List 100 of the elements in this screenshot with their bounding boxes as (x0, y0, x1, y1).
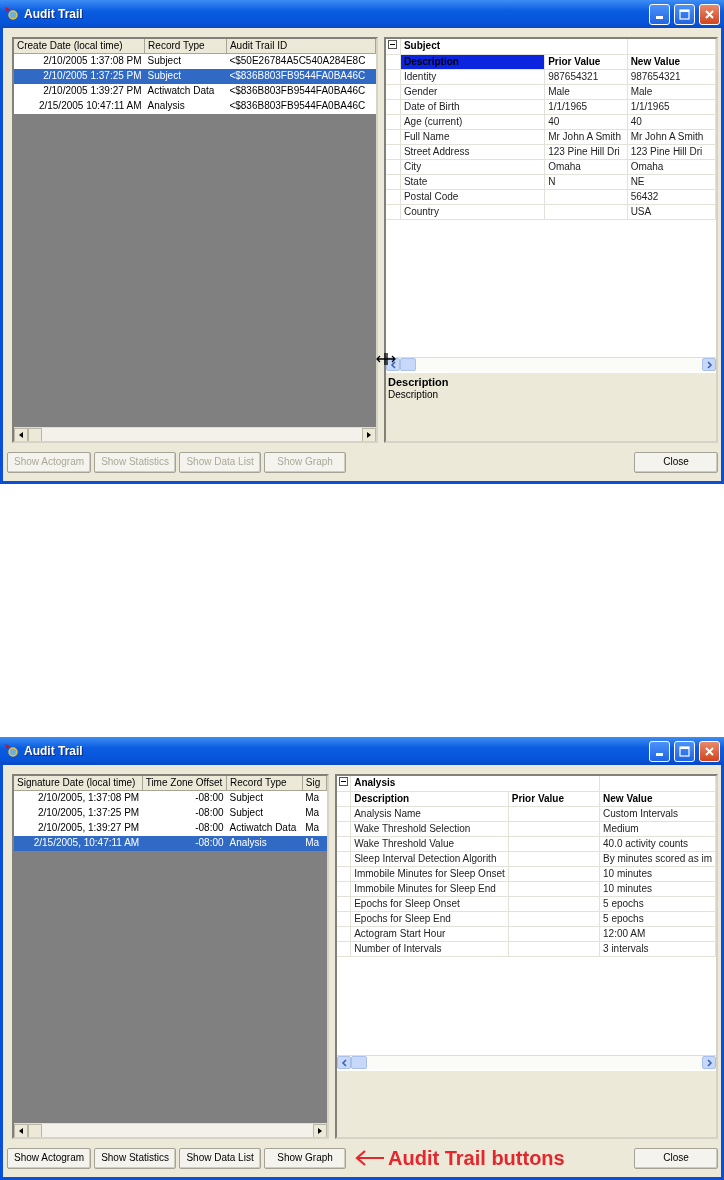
scroll-left-button[interactable] (14, 1123, 28, 1137)
column-header[interactable]: Create Date (local time) (14, 39, 145, 54)
column-header[interactable]: Audit Trail ID (226, 39, 376, 54)
list-row[interactable]: 2/10/2005, 1:39:27 PM -08:00 Actiwatch Data Ma (14, 820, 327, 836)
column-header: New Value (627, 54, 716, 69)
arrow-icon (355, 1150, 386, 1166)
scroll-thumb[interactable] (400, 358, 416, 371)
scroll-right-button[interactable] (362, 427, 376, 441)
minimize-button[interactable] (649, 740, 670, 762)
column-header[interactable]: Sig (302, 776, 327, 791)
list-row[interactable]: 2/15/2005 10:47:11 AM Analysis <$836B803FB9544FA0BA46C (14, 98, 376, 114)
column-header: Prior Value (508, 791, 600, 806)
action-button[interactable]: Show Graph (264, 1147, 347, 1169)
property-cell: By minutes scored as im (599, 851, 716, 866)
column-header: New Value (599, 791, 716, 806)
property-cell: Epochs for Sleep End (350, 911, 509, 926)
right-arrow-icon (366, 430, 372, 439)
right-arrow-icon (317, 1126, 323, 1135)
action-button[interactable]: Show Statistics (94, 1147, 177, 1169)
description-title: Description (388, 376, 450, 390)
horizontal-scrollbar[interactable] (386, 357, 716, 371)
list-row[interactable]: 2/15/2005, 10:47:11 AM -08:00 Analysis Ma (14, 835, 327, 851)
list-row[interactable]: 2/10/2005, 1:37:25 PM -08:00 Subject Ma (14, 805, 327, 821)
property-cell: Omaha (544, 159, 628, 174)
minimize-icon (656, 752, 663, 756)
property-cell: 40 (544, 114, 628, 129)
property-cell: Full Name (400, 129, 545, 144)
collapse-icon[interactable] (339, 777, 348, 787)
property-cell: 123 Pine Hill Dri (544, 144, 628, 159)
list-row[interactable]: 2/10/2005 1:37:08 PM Subject <$50E26784A5C540A284E8C (14, 53, 376, 69)
property-cell: 12:00 AM (599, 926, 716, 941)
property-cell: Sleep Interval Detection Algorith (350, 851, 509, 866)
window-title: Audit Trail (24, 743, 84, 759)
property-cell: 3 intervals (599, 941, 716, 956)
property-cell: 40 (627, 114, 716, 129)
scroll-right-button[interactable] (313, 1123, 327, 1137)
list-row[interactable]: 2/10/2005 1:37:25 PM Subject <$836B803FB9544FA0BA46C (14, 68, 376, 84)
property-cell: Country (400, 204, 545, 219)
scroll-thumb[interactable] (28, 427, 42, 441)
property-cell: Medium (599, 821, 716, 836)
column-header[interactable]: Record Type (144, 39, 227, 54)
property-cell: 56432 (627, 189, 716, 204)
close-button[interactable] (699, 3, 720, 25)
property-cell: Wake Threshold Value (350, 836, 509, 851)
property-cell: Wake Threshold Selection (350, 821, 509, 836)
column-header: Prior Value (544, 54, 628, 69)
property-cell: Identity (400, 69, 545, 84)
scroll-thumb[interactable] (28, 1123, 42, 1137)
close-button[interactable] (699, 740, 720, 762)
scroll-left-button[interactable] (14, 427, 28, 441)
action-button[interactable]: Show Actogram (7, 1147, 92, 1169)
property-cell: Number of Intervals (350, 941, 509, 956)
scroll-thumb[interactable] (351, 1056, 367, 1069)
maximize-button[interactable] (674, 740, 695, 762)
description-text: Description (388, 389, 440, 402)
right-chevron-icon (705, 360, 713, 369)
property-cell: Mr John A Smith (627, 129, 716, 144)
property-cell: NE (627, 174, 716, 189)
close-dialog-button[interactable]: Close (634, 1147, 718, 1169)
property-cell: Male (544, 84, 628, 99)
window-title: Audit Trail (24, 6, 84, 22)
property-cell: 40.0 activity counts (599, 836, 716, 851)
annotation-label: Audit Trail buttons (388, 1146, 565, 1170)
maximize-button[interactable] (674, 3, 695, 25)
maximize-icon (679, 8, 690, 20)
column-header[interactable]: Signature Date (local time) (14, 776, 143, 791)
close-icon (704, 745, 715, 757)
minimize-icon (656, 15, 663, 19)
property-cell: Omaha (627, 159, 716, 174)
close-dialog-button[interactable]: Close (634, 451, 718, 473)
property-cell: Immobile Minutes for Sleep Onset (350, 866, 509, 881)
property-cell: 1/1/1965 (544, 99, 628, 114)
collapse-icon[interactable] (388, 40, 397, 50)
maximize-icon (679, 745, 690, 757)
property-cell: Postal Code (400, 189, 545, 204)
property-cell: 987654321 (544, 69, 628, 84)
list-row[interactable]: 2/10/2005, 1:37:08 PM -08:00 Subject Ma (14, 790, 327, 806)
property-cell: 987654321 (627, 69, 716, 84)
property-cell: Actogram Start Hour (350, 926, 509, 941)
column-header[interactable]: Time Zone Offset (142, 776, 227, 791)
property-cell: Epochs for Sleep Onset (350, 896, 509, 911)
horizontal-scrollbar[interactable] (337, 1055, 716, 1069)
app-icon (4, 743, 20, 759)
left-arrow-icon (18, 430, 24, 439)
list-row[interactable]: 2/10/2005 1:39:27 PM Actiwatch Data <$836B803FB9544FA0BA46C (14, 83, 376, 99)
property-cell: USA (627, 204, 716, 219)
column-header[interactable]: Record Type (226, 776, 303, 791)
property-cell: 123 Pine Hill Dri (627, 144, 716, 159)
group-title: Analysis (350, 776, 600, 791)
horizontal-scrollbar[interactable] (14, 1123, 327, 1137)
property-cell: 10 minutes (599, 866, 716, 881)
property-cell: 5 epochs (599, 911, 716, 926)
minimize-button[interactable] (649, 3, 670, 25)
property-cell: N (544, 174, 628, 189)
action-button[interactable]: Show Data List (179, 1147, 262, 1169)
horizontal-scrollbar[interactable] (14, 427, 376, 441)
property-cell: 10 minutes (599, 881, 716, 896)
property-cell: Age (current) (400, 114, 545, 129)
close-icon (704, 8, 715, 20)
property-cell: City (400, 159, 545, 174)
